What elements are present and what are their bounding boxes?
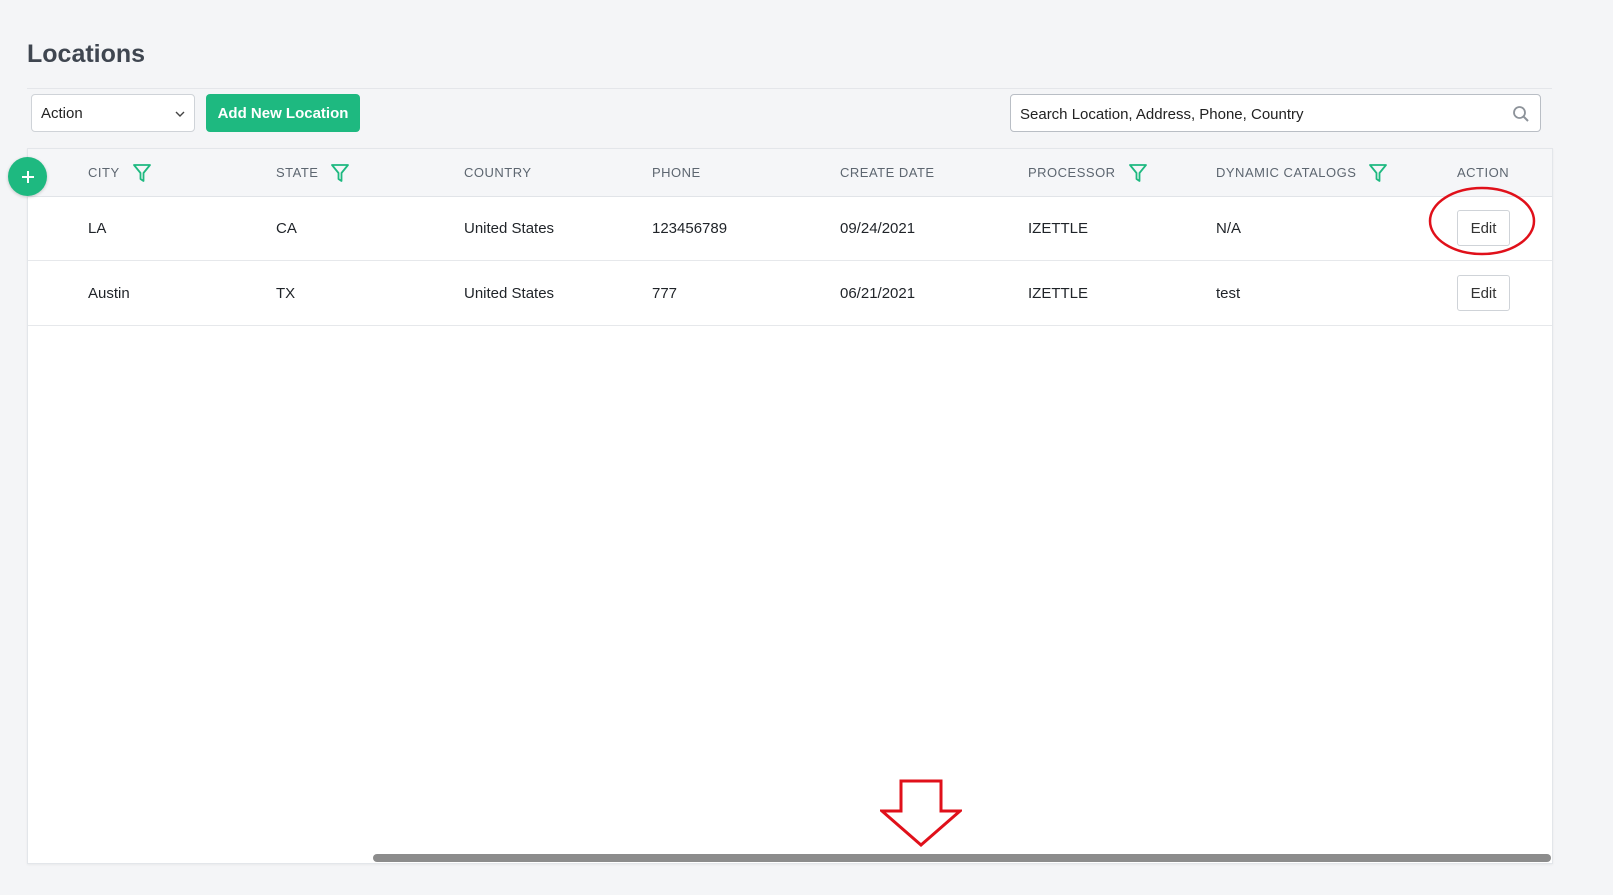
column-header-label: CREATE DATE — [840, 165, 935, 180]
column-header-processor: PROCESSOR — [1028, 149, 1148, 196]
title-divider — [27, 88, 1552, 89]
filter-icon[interactable] — [330, 163, 350, 183]
locations-table: CITY STATE COUNTRY PHONE CREATE DATE PRO… — [27, 148, 1553, 864]
cell-city: Austin — [88, 284, 130, 302]
plus-icon — [21, 170, 34, 183]
column-header-state: STATE — [276, 149, 350, 196]
cell-processor: IZETTLE — [1028, 284, 1089, 302]
expand-row-button[interactable] — [8, 157, 47, 196]
search-input[interactable] — [1018, 95, 1502, 133]
cell-phone: 123456789 — [652, 219, 728, 237]
column-header-dynamic-catalogs: DYNAMIC CATALOGS — [1216, 149, 1388, 196]
cell-create-date: 06/21/2021 — [840, 284, 916, 302]
chevron-down-icon — [175, 111, 185, 117]
cell-create-date: 09/24/2021 — [840, 219, 916, 237]
search-icon[interactable] — [1512, 105, 1530, 123]
cell-city: LA — [88, 219, 107, 237]
column-header-city: CITY — [88, 149, 152, 196]
column-header-label: PHONE — [652, 165, 701, 180]
action-select[interactable]: Action — [31, 94, 195, 132]
cell-country: United States — [464, 284, 555, 302]
column-header-label: PROCESSOR — [1028, 165, 1116, 180]
filter-icon[interactable] — [1128, 163, 1148, 183]
cell-state: CA — [276, 219, 297, 237]
edit-button[interactable]: Edit — [1457, 210, 1510, 246]
column-header-label: ACTION — [1457, 165, 1510, 180]
column-header-label: COUNTRY — [464, 165, 532, 180]
table-row: Austin TX United States 777 06/21/2021 I… — [28, 261, 1552, 326]
table-row: LA CA United States 123456789 09/24/2021… — [28, 196, 1552, 261]
cell-processor: IZETTLE — [1028, 219, 1089, 237]
column-header-country: COUNTRY — [464, 149, 532, 196]
column-header-label: CITY — [88, 165, 120, 180]
column-header-label: DYNAMIC CATALOGS — [1216, 165, 1357, 180]
cell-dynamic-catalogs: N/A — [1216, 219, 1242, 237]
cell-state: TX — [276, 284, 296, 302]
cell-country: United States — [464, 219, 555, 237]
column-header-phone: PHONE — [652, 149, 701, 196]
filter-icon[interactable] — [132, 163, 152, 183]
column-header-create-date: CREATE DATE — [840, 149, 935, 196]
column-header-action: ACTION — [1457, 149, 1509, 196]
action-select-value: Action — [41, 104, 83, 122]
horizontal-scrollbar[interactable] — [373, 854, 1551, 862]
add-new-location-button[interactable]: Add New Location — [206, 94, 360, 132]
search-box[interactable] — [1010, 94, 1541, 133]
cell-dynamic-catalogs: test — [1216, 284, 1241, 302]
cell-phone: 777 — [652, 284, 678, 302]
edit-button[interactable]: Edit — [1457, 275, 1510, 311]
column-header-label: STATE — [276, 165, 319, 180]
filter-icon[interactable] — [1368, 163, 1388, 183]
page-title: Locations — [27, 40, 146, 68]
table-header: CITY STATE COUNTRY PHONE CREATE DATE PRO… — [28, 149, 1552, 197]
